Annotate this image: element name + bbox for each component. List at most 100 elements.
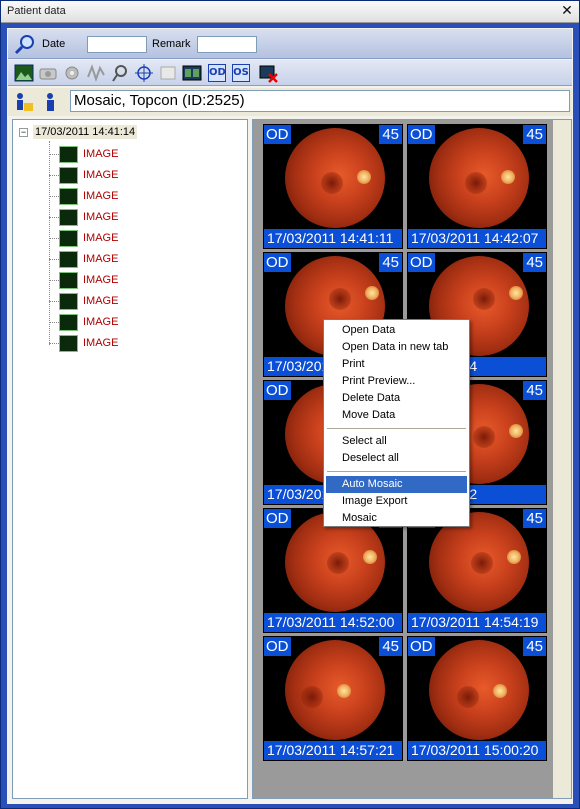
tree-item-image[interactable]: IMAGE — [49, 291, 219, 312]
tree-item-label: IMAGE — [83, 211, 119, 223]
tree-item-image[interactable]: IMAGE — [49, 270, 219, 291]
image-thumbnail-icon — [59, 209, 78, 226]
tree-connector — [49, 280, 59, 281]
image-thumbnail-icon — [59, 293, 78, 310]
eye-badge: OD — [264, 381, 291, 400]
tree-item-label: IMAGE — [83, 190, 119, 202]
tree-connector — [49, 154, 59, 155]
tree-item-image[interactable]: IMAGE — [49, 207, 219, 228]
angle-badge: 45 — [523, 381, 546, 400]
image-thumbnail-icon — [59, 251, 78, 268]
os-button[interactable]: OS — [232, 64, 250, 82]
close-icon[interactable]: ✕ — [559, 3, 575, 19]
tree-item-image[interactable]: IMAGE — [49, 249, 219, 270]
macula — [473, 288, 495, 310]
remark-label: Remark — [152, 38, 191, 50]
image-thumbnail-icon — [59, 314, 78, 331]
delete-icon[interactable] — [258, 63, 278, 83]
optic-disc — [363, 550, 377, 564]
menu-item-open-data-in-new-tab[interactable]: Open Data in new tab — [326, 339, 467, 356]
document-icon[interactable] — [158, 63, 178, 83]
film-strip-icon[interactable] — [182, 63, 202, 83]
tree-item-label: IMAGE — [83, 232, 119, 244]
vertical-scrollbar[interactable] — [553, 120, 571, 798]
patient-row: Mosaic, Topcon (ID:2525) — [8, 88, 572, 116]
macula — [457, 686, 479, 708]
macula — [321, 172, 343, 194]
tree-item-image[interactable]: IMAGE — [49, 312, 219, 333]
eye-badge: OD — [264, 125, 291, 144]
menu-item-move-data[interactable]: Move Data — [326, 407, 467, 424]
optic-disc — [337, 684, 351, 698]
angle-badge: 45 — [523, 509, 546, 528]
eye-badge: OD — [408, 637, 435, 656]
macula — [327, 552, 349, 574]
menu-item-print[interactable]: Print — [326, 356, 467, 373]
fundus-image-tile[interactable]: OD 45 17/03/2011 14:42:07 — [407, 124, 547, 249]
eye-badge: OD — [264, 637, 291, 656]
image-timestamp: 17/03/2011 15:00:20 — [408, 741, 546, 760]
patient-folder-icon[interactable] — [13, 91, 35, 113]
magnifier-icon[interactable] — [110, 63, 130, 83]
tree-item-image[interactable]: IMAGE — [49, 333, 219, 354]
image-thumbnail-icon — [59, 272, 78, 289]
menu-item-delete-data[interactable]: Delete Data — [326, 390, 467, 407]
tree-item-image[interactable]: IMAGE — [49, 165, 219, 186]
eye-badge: OD — [264, 253, 291, 272]
tree-item-label: IMAGE — [83, 295, 119, 307]
menu-item-select-all[interactable]: Select all — [326, 433, 467, 450]
optic-disc — [507, 550, 521, 564]
patient-icon[interactable] — [40, 91, 62, 113]
tree-connector — [49, 322, 59, 323]
tree-item-image[interactable]: IMAGE — [49, 228, 219, 249]
client-area: Date Remark OD OS Mosaic, Topcon (ID:252… — [6, 27, 574, 805]
image-icon[interactable] — [14, 63, 34, 83]
menu-item-auto-mosaic[interactable]: Auto Mosaic — [326, 476, 467, 493]
camera-icon[interactable] — [38, 63, 58, 83]
optic-disc — [357, 170, 371, 184]
fundus-image-tile[interactable]: OD 45 17/03/2011 14:41:11 — [263, 124, 403, 249]
menu-item-image-export[interactable]: Image Export — [326, 493, 467, 510]
tree-connector — [49, 301, 59, 302]
fundus-photo — [429, 512, 529, 612]
settings-icon[interactable] — [62, 63, 82, 83]
menu-item-open-data[interactable]: Open Data — [326, 322, 467, 339]
tree-root-label[interactable]: 17/03/2011 14:41:14 — [33, 125, 138, 139]
fundus-image-tile[interactable]: OD 45 17/03/2011 14:57:21 — [263, 636, 403, 761]
tree-item-label: IMAGE — [83, 148, 119, 160]
tree-item-image[interactable]: IMAGE — [49, 144, 219, 165]
search-bar: Date Remark — [8, 29, 572, 59]
fundus-photo — [285, 640, 385, 740]
date-field[interactable] — [87, 36, 147, 53]
search-icon[interactable] — [14, 33, 36, 55]
tree-connector — [49, 175, 59, 176]
fundus-photo — [429, 640, 529, 740]
tree-item-label: IMAGE — [83, 337, 119, 349]
waveform-icon[interactable] — [86, 63, 106, 83]
context-menu: Open Data Open Data in new tab Print Print … — [323, 319, 470, 527]
collapse-icon[interactable]: − — [19, 128, 28, 137]
optic-disc — [493, 684, 507, 698]
image-timestamp: 17/03/2011 14:52:00 — [264, 613, 402, 632]
tree-item-image[interactable]: IMAGE — [49, 186, 219, 207]
fundus-image-tile[interactable]: OD 45 17/03/2011 15:00:20 — [407, 636, 547, 761]
remark-field[interactable] — [197, 36, 257, 53]
patient-data-window: Patient data ✕ Date Remark OD OS Mosaic,… — [0, 0, 580, 809]
image-timestamp: 17/03/2011 14:41:11 — [264, 229, 402, 248]
fundus-photo — [429, 128, 529, 228]
menu-item-deselect-all[interactable]: Deselect all — [326, 450, 467, 467]
crosshair-icon[interactable] — [134, 63, 154, 83]
menu-item-print-preview[interactable]: Print Preview... — [326, 373, 467, 390]
tree-connector — [49, 238, 59, 239]
angle-badge: 45 — [523, 125, 546, 144]
title-bar[interactable]: Patient data ✕ — [1, 1, 579, 23]
image-thumbnail-icon — [59, 335, 78, 352]
image-timestamp: 17/03/2011 14:57:21 — [264, 741, 402, 760]
image-thumbnail-icon — [59, 146, 78, 163]
tree-connector — [49, 259, 59, 260]
od-button[interactable]: OD — [208, 64, 226, 82]
patient-name-field[interactable]: Mosaic, Topcon (ID:2525) — [70, 90, 570, 112]
tree-item-label: IMAGE — [83, 274, 119, 286]
toolbar: OD OS — [8, 60, 572, 86]
menu-item-mosaic[interactable]: Mosaic — [326, 510, 467, 527]
